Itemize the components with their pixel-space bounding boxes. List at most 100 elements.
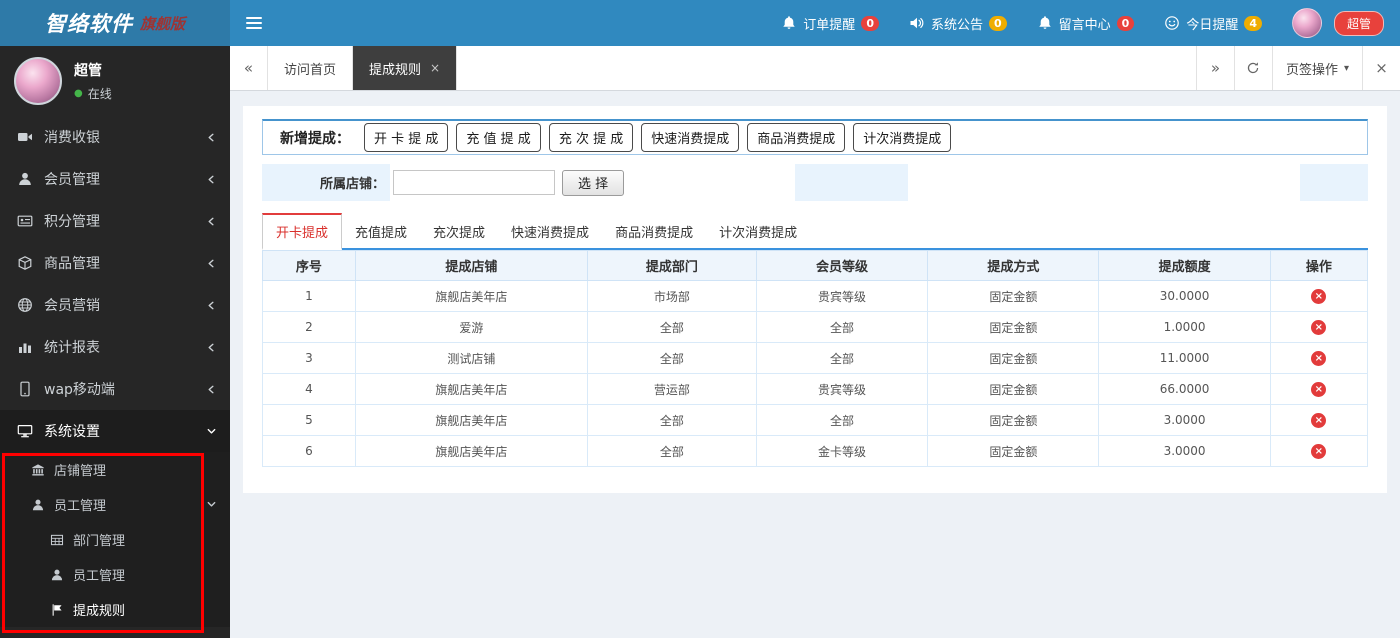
sidebar-item-staff-management[interactable]: 员工管理: [0, 487, 230, 522]
tab-open-card-commission[interactable]: 开卡提成: [262, 213, 343, 250]
caret-down-icon: ▾: [1343, 62, 1349, 74]
cell-actions: ×: [1269, 342, 1369, 374]
sidebar-item-commission-rules[interactable]: 提成规则: [0, 592, 230, 627]
sidebar-item-member-marketing[interactable]: 会员营销: [0, 284, 230, 326]
cell-amount: 30.0000: [1098, 280, 1271, 312]
menu-label: 员工管理: [73, 569, 126, 584]
cell-member-level: 全部: [755, 342, 929, 374]
cell-actions: ×: [1269, 280, 1369, 312]
user-avatar[interactable]: [1291, 8, 1322, 38]
add-commission-section: 新增提成： 开 卡 提 成 充 值 提 成 充 次 提 成 快速消费提成 商品消…: [262, 119, 1368, 155]
delete-icon[interactable]: ×: [1311, 351, 1327, 366]
tab-recharge-commission[interactable]: 充值提成: [342, 215, 420, 248]
close-all-tabs-button[interactable]: ×: [1362, 46, 1400, 90]
shop-filter-row: 所属店铺： 选 择: [262, 164, 1368, 201]
col-header-index: 序号: [262, 250, 356, 281]
delete-icon[interactable]: ×: [1311, 289, 1327, 304]
sidebar-item-member-management[interactable]: 会员管理: [0, 158, 230, 200]
sidebar-submenu-system-settings: 店铺管理 员工管理 部门管理 员工管理 提成规则: [0, 452, 230, 627]
filter-row-spacer: [795, 164, 908, 201]
cell-index: 6: [262, 435, 356, 467]
cell-amount: 1.0000: [1098, 311, 1271, 343]
tab-home[interactable]: 访问首页: [268, 46, 354, 90]
add-recharge-times-commission-button[interactable]: 充 次 提 成: [548, 123, 634, 152]
tab-label: 访问首页: [284, 62, 337, 78]
tabs-scroll-right-button[interactable]: »: [1195, 46, 1234, 90]
add-quick-consume-commission-button[interactable]: 快速消费提成: [641, 123, 740, 152]
notif-count-badge: 0: [988, 15, 1007, 31]
tab-label: 提成规则: [369, 62, 422, 78]
notif-count-badge: 0: [1116, 15, 1135, 31]
refresh-icon: [1246, 61, 1260, 75]
tab-count-consume-commission[interactable]: 计次消费提成: [706, 215, 810, 248]
brand-edition: 旗舰版: [139, 14, 185, 33]
double-chevron-left-icon: «: [243, 59, 254, 77]
add-recharge-commission-button[interactable]: 充 值 提 成: [456, 123, 541, 152]
page-tab-bar: « 访问首页 提成规则 × » 页签操作 ▾ ×: [230, 46, 1400, 91]
commission-type-tabs: 开卡提成 充值提成 充次提成 快速消费提成 商品消费提成 计次消费提成: [262, 213, 1368, 250]
shop-filter-input[interactable]: [393, 170, 555, 195]
sidebar-item-employee-management[interactable]: 员工管理: [0, 557, 230, 592]
tabs-scroll-left-button[interactable]: «: [230, 46, 268, 90]
shop-filter-field: 选 择: [390, 164, 795, 201]
sidebar-item-points-management[interactable]: 积分管理: [0, 200, 230, 242]
hamburger-icon[interactable]: [230, 0, 278, 46]
notif-system-announcement[interactable]: 系统公告 0: [909, 14, 1007, 33]
delete-icon[interactable]: ×: [1311, 382, 1327, 397]
sidebar-user-name: 超管: [74, 63, 102, 79]
sidebar-item-system-settings[interactable]: 系统设置: [0, 410, 230, 452]
role-badge[interactable]: 超管: [1333, 10, 1384, 36]
close-icon[interactable]: ×: [430, 61, 440, 75]
sidebar-item-wap-mobile[interactable]: wap移动端: [0, 368, 230, 410]
cell-method: 固定金额: [927, 404, 1100, 436]
cell-shop: 旗舰店美年店: [354, 435, 588, 467]
sidebar-item-department-management[interactable]: 部门管理: [0, 522, 230, 557]
smiley-chat-icon: [1164, 15, 1180, 31]
tab-goods-consume-commission[interactable]: 商品消费提成: [602, 215, 706, 248]
tab-quick-consume-commission[interactable]: 快速消费提成: [498, 215, 602, 248]
bell-icon: [781, 15, 797, 31]
dropdown-label: 页签操作: [1285, 62, 1338, 78]
notif-order-reminder[interactable]: 订单提醒 0: [781, 14, 879, 33]
staff-icon: [50, 568, 64, 582]
chevron-left-icon: [206, 132, 217, 143]
cell-member-level: 全部: [755, 311, 929, 343]
delete-icon[interactable]: ×: [1311, 320, 1327, 335]
sidebar-user-panel: 超管 ● 在线: [0, 46, 230, 116]
notif-message-center[interactable]: 留言中心 0: [1037, 14, 1135, 33]
notif-today-reminder[interactable]: 今日提醒 4: [1164, 14, 1262, 33]
tab-commission-rules[interactable]: 提成规则 ×: [353, 46, 458, 90]
add-count-consume-commission-button[interactable]: 计次消费提成: [853, 123, 952, 152]
sidebar-item-shop-management[interactable]: 店铺管理: [0, 452, 230, 487]
notif-label: 留言中心: [1058, 17, 1111, 33]
cell-department: 全部: [586, 404, 757, 436]
delete-icon[interactable]: ×: [1311, 444, 1327, 459]
idcard-icon: [17, 213, 33, 229]
col-header-actions: 操作: [1269, 250, 1369, 281]
commission-table: 序号 提成店铺 提成部门 会员等级 提成方式 提成额度 操作 1 旗舰店美年店 …: [262, 250, 1369, 467]
tab-recharge-times-commission[interactable]: 充次提成: [420, 215, 498, 248]
add-open-card-commission-button[interactable]: 开 卡 提 成: [364, 123, 449, 152]
col-header-amount: 提成额度: [1098, 250, 1271, 281]
menu-label: 消费收银: [44, 130, 100, 146]
tab-operations-dropdown[interactable]: 页签操作 ▾: [1271, 46, 1362, 90]
refresh-tab-button[interactable]: [1233, 46, 1272, 90]
cell-method: 固定金额: [927, 311, 1100, 343]
filter-row-spacer: [1300, 164, 1368, 201]
shop-select-button[interactable]: 选 择: [562, 169, 625, 196]
sidebar-item-goods-management[interactable]: 商品管理: [0, 242, 230, 284]
shop-filter-label: 所属店铺：: [262, 164, 390, 201]
menu-label: 会员管理: [44, 172, 100, 188]
tab-bar-actions: » 页签操作 ▾ ×: [1195, 46, 1400, 90]
add-goods-consume-commission-button[interactable]: 商品消费提成: [747, 123, 846, 152]
cell-method: 固定金额: [927, 435, 1100, 467]
cell-member-level: 贵宾等级: [755, 280, 929, 312]
sidebar-item-statistics-report[interactable]: 统计报表: [0, 326, 230, 368]
double-chevron-right-icon: »: [1210, 59, 1221, 77]
sidebar-item-consume-cashier[interactable]: 消费收银: [0, 116, 230, 158]
cell-index: 1: [262, 280, 356, 312]
chevron-down-icon: [206, 499, 217, 510]
cell-amount: 3.0000: [1098, 435, 1271, 467]
delete-icon[interactable]: ×: [1311, 413, 1327, 428]
cell-shop: 旗舰店美年店: [354, 373, 588, 405]
